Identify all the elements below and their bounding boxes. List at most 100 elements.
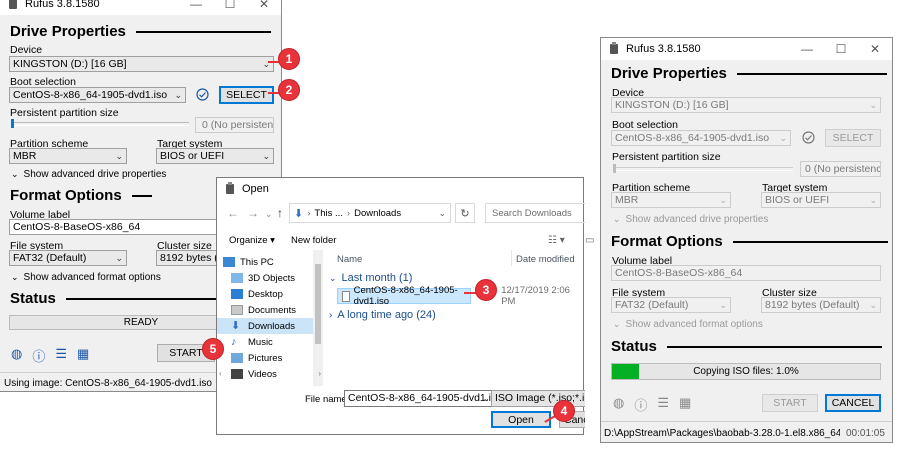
persistence-size-field[interactable]: 0 (No persistence) <box>195 117 274 133</box>
settings-sliders-icon[interactable]: ☰ <box>55 346 67 365</box>
tree-label: Desktop <box>248 288 283 300</box>
chevron-down-icon: ⌄ <box>174 90 182 100</box>
file-name-input[interactable]: CentOS-8-x86_64-1905-dvd1.iso ⌄ <box>344 390 494 407</box>
rufus-icon <box>226 182 234 194</box>
target-system-dropdown[interactable]: BIOS or UEFI ⌄ <box>761 192 881 208</box>
cancel-button[interactable]: CANCEL <box>825 394 881 412</box>
address-bar[interactable]: ⬇ › This ... › Downloads ⌄ <box>289 203 451 223</box>
minimize-button[interactable]: — <box>179 0 213 15</box>
boot-selection-dropdown[interactable]: CentOS-8-x86_64-1905-dvd1.iso ⌄ <box>9 87 186 103</box>
select-button[interactable]: SELECT <box>219 86 274 104</box>
check-circle-icon[interactable] <box>802 131 815 144</box>
settings-sliders-icon[interactable]: ☰ <box>657 395 669 414</box>
drive-properties-title: Drive Properties <box>10 23 126 40</box>
group-label: A long time ago (24) <box>337 309 436 321</box>
partition-value: MBR <box>13 150 37 162</box>
close-button[interactable]: ✕ <box>247 0 281 15</box>
maximize-button[interactable]: ☐ <box>824 38 858 60</box>
horizontal-scrollbar[interactable]: ‹ › <box>217 369 323 381</box>
persistent-partition-label: Persistent partition size <box>10 107 119 119</box>
tree-item-this-pc[interactable]: This PC <box>217 254 323 270</box>
search-input[interactable]: Search Downloads <box>485 203 585 223</box>
step-badge-4: 4 <box>553 400 575 422</box>
check-circle-icon[interactable] <box>196 88 209 101</box>
new-folder-button[interactable]: New folder <box>291 235 336 246</box>
device-dropdown[interactable]: KINGSTON (D:) [16 GB] ⌄ <box>611 97 881 113</box>
cluster-size-dropdown[interactable]: 8192 bytes (Defa <box>156 250 218 266</box>
tree-label: 3D Objects <box>248 272 295 284</box>
tree-item-music[interactable]: ♪ Music <box>217 334 323 350</box>
column-header-date[interactable]: Date modified <box>516 254 575 265</box>
organize-button[interactable]: Organize ▾ <box>229 235 275 246</box>
partition-value: MBR <box>615 194 639 206</box>
advanced-format-options-toggle[interactable]: ⌄ Show advanced format options <box>613 319 763 330</box>
chevron-down-icon: ⌄ <box>262 59 270 69</box>
toolbar-icons: ◍ ⓘ ☰ ▦ <box>11 346 89 365</box>
file-system-dropdown[interactable]: FAT32 (Default) ⌄ <box>9 250 127 266</box>
file-system-dropdown[interactable]: FAT32 (Default) ⌄ <box>611 297 731 313</box>
chevron-down-icon: ⌄ <box>779 133 787 143</box>
volume-label-field[interactable]: CentOS-8-BaseOS-x86_64 <box>611 265 881 281</box>
chevron-down-icon[interactable]: ⌄ <box>438 208 446 219</box>
downloads-folder-icon: ⬇ <box>294 207 304 220</box>
group-long-ago[interactable]: › A long time ago (24) <box>329 309 436 321</box>
tree-label: Music <box>248 336 273 348</box>
music-note-icon: ♪ <box>231 336 237 348</box>
file-row-selected[interactable]: CentOS-8-x86_64-1905-dvd1.iso 12/17/2019… <box>337 285 583 307</box>
scroll-left-icon[interactable]: ‹ <box>219 369 222 378</box>
breadcrumb-downloads[interactable]: Downloads <box>354 208 401 219</box>
column-header-name[interactable]: Name <box>337 254 362 265</box>
partition-scheme-dropdown[interactable]: MBR ⌄ <box>9 148 127 164</box>
cluster-size-dropdown[interactable]: 8192 bytes (Default) ⌄ <box>761 297 881 313</box>
scroll-thumb[interactable] <box>315 264 321 344</box>
volume-label-field[interactable]: CentOS-8-BaseOS-x86_64 <box>9 219 219 235</box>
select-button[interactable]: SELECT <box>825 129 881 147</box>
refresh-button[interactable]: ↻ <box>455 203 475 223</box>
tree-item-documents[interactable]: Documents <box>217 302 323 318</box>
tree-item-pictures[interactable]: Pictures <box>217 350 323 366</box>
advanced-drive-properties-toggle[interactable]: ⌄ Show advanced drive properties <box>11 169 166 180</box>
file-name-cell[interactable]: CentOS-8-x86_64-1905-dvd1.iso <box>337 285 472 307</box>
log-icon[interactable]: ▦ <box>679 395 691 414</box>
minimize-button[interactable]: — <box>790 38 824 60</box>
maximize-button[interactable]: ☐ <box>213 0 247 15</box>
scroll-right-icon[interactable]: › <box>318 369 321 378</box>
chevron-right-icon: › <box>329 309 333 321</box>
file-system-value: FAT32 (Default) <box>615 299 689 311</box>
view-options-icon[interactable]: ☷ ▾ <box>548 235 565 246</box>
persistence-slider[interactable] <box>613 164 793 173</box>
globe-icon[interactable]: ◍ <box>613 395 624 414</box>
device-dropdown[interactable]: KINGSTON (D:) [16 GB] ⌄ <box>9 56 274 72</box>
persistent-partition-label: Persistent partition size <box>612 151 721 163</box>
preview-pane-icon[interactable]: ▭ <box>585 235 594 246</box>
persistence-slider[interactable] <box>11 119 189 128</box>
info-icon[interactable]: ⓘ <box>634 395 647 414</box>
tree-item-downloads[interactable]: ⬇ Downloads <box>217 318 323 334</box>
open-button[interactable]: Open <box>491 411 551 428</box>
partition-scheme-dropdown[interactable]: MBR ⌄ <box>611 192 731 208</box>
globe-icon[interactable]: ◍ <box>11 346 22 365</box>
close-button[interactable]: ✕ <box>858 38 892 60</box>
back-arrow-icon[interactable]: ← <box>227 206 239 220</box>
persistence-size-field[interactable]: 0 (No persistence) <box>800 161 881 177</box>
advanced-drive-properties-toggle[interactable]: ⌄ Show advanced drive properties <box>613 214 768 225</box>
tree-item-3d-objects[interactable]: 3D Objects <box>217 270 323 286</box>
boot-selection-dropdown[interactable]: CentOS-8-x86_64-1905-dvd1.iso ⌄ <box>611 130 791 146</box>
info-icon[interactable]: ⓘ <box>32 346 45 365</box>
log-icon[interactable]: ▦ <box>77 346 89 365</box>
tree-item-desktop[interactable]: Desktop <box>217 286 323 302</box>
target-system-dropdown[interactable]: BIOS or UEFI ⌄ <box>156 148 274 164</box>
chevron-down-icon: ⌄ <box>869 100 877 110</box>
recent-chevron-icon[interactable]: ⌄ <box>265 209 273 220</box>
start-button[interactable]: START <box>762 394 818 412</box>
forward-arrow-icon[interactable]: → <box>247 206 259 220</box>
slider-thumb[interactable] <box>11 119 14 128</box>
device-label: Device <box>10 44 43 56</box>
tree-scrollbar[interactable] <box>313 250 323 386</box>
breadcrumb-this-pc[interactable]: This ... <box>314 208 343 219</box>
progress-text: Copying ISO files: 1.0% <box>693 366 799 377</box>
group-last-month[interactable]: ⌄ Last month (1) <box>329 272 412 284</box>
up-arrow-icon[interactable]: ↑ <box>277 206 283 220</box>
slider-thumb[interactable] <box>613 164 616 173</box>
advanced-format-options-toggle[interactable]: ⌄ Show advanced format options <box>11 272 161 283</box>
